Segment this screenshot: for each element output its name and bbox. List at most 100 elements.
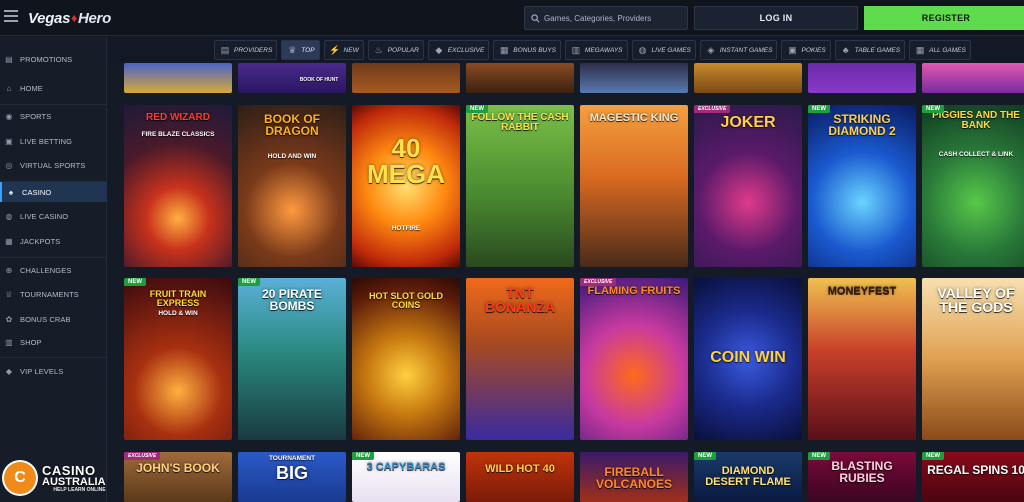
game-tile[interactable]: NEW 20 PIRATE BOMBS bbox=[238, 278, 346, 440]
game-tile[interactable]: BOOK OF HUNT bbox=[238, 63, 346, 93]
category-tab-new[interactable]: ⚡ NEW bbox=[323, 40, 364, 60]
game-artwork bbox=[808, 278, 916, 440]
game-tile[interactable]: 40 MEGA HOTFIRE bbox=[352, 105, 460, 267]
sidebar-item-bonus-crab[interactable]: ✿ BONUS CRAB bbox=[0, 309, 107, 329]
game-subtitle: CASH COLLECT & LINK bbox=[938, 151, 1014, 158]
game-tile[interactable] bbox=[124, 63, 232, 93]
category-tab-label: BONUS BUYS bbox=[513, 46, 556, 54]
category-tab-providers[interactable]: ▤ PROVIDERS bbox=[214, 40, 278, 60]
sidebar-item-casino[interactable]: ♠ CASINO bbox=[0, 182, 107, 202]
grid-icon: ▦ bbox=[915, 44, 925, 55]
game-tile[interactable]: EXCLUSIVE JOHN'S BOOK bbox=[124, 452, 232, 502]
sidebar-item-vip-levels[interactable]: ◆ VIP LEVELS bbox=[0, 361, 107, 381]
home-icon: ⌂ bbox=[6, 83, 12, 93]
register-button[interactable]: REGISTER bbox=[864, 6, 1024, 30]
sidebar-item-home[interactable]: ⌂ HOME bbox=[0, 78, 107, 98]
game-artwork bbox=[580, 278, 688, 440]
game-artwork bbox=[808, 63, 916, 93]
category-tab-bonus-buys[interactable]: ▦ BONUS BUYS bbox=[493, 40, 561, 60]
game-title: RED WIZARD bbox=[146, 112, 210, 123]
category-tab-popular[interactable]: ♨ POPULAR bbox=[367, 40, 424, 60]
game-tile[interactable]: BOOK OF DRAGON HOLD AND WIN bbox=[238, 105, 346, 267]
sidebar-item-label: CHALLENGES bbox=[20, 265, 72, 275]
providers-icon: ▤ bbox=[220, 44, 230, 55]
category-tab-pokies[interactable]: ▣ POKIES bbox=[781, 40, 831, 60]
game-tile[interactable]: MONEYFEST bbox=[808, 278, 916, 440]
search-input[interactable] bbox=[544, 13, 684, 23]
search-icon bbox=[531, 13, 540, 22]
sidebar-item-sports[interactable]: ◉ SPORTS bbox=[0, 106, 107, 126]
sidebar-item-live-casino[interactable]: ◍ LIVE CASINO bbox=[0, 206, 107, 226]
bolt-icon: ⚡ bbox=[328, 44, 341, 55]
game-tile[interactable]: EXCLUSIVE FLAMING FRUITS bbox=[580, 278, 688, 440]
game-tile[interactable] bbox=[808, 63, 916, 93]
sidebar-item-live-betting[interactable]: ▣ LIVE BETTING bbox=[0, 131, 107, 151]
category-tab-all-games[interactable]: ▦ ALL GAMES bbox=[909, 40, 971, 60]
login-button[interactable]: LOG IN bbox=[694, 6, 858, 30]
sidebar-item-virtual-sports[interactable]: ◎ VIRTUAL SPORTS bbox=[0, 155, 107, 175]
category-tab-exclusive[interactable]: ◆ EXCLUSIVE bbox=[427, 40, 490, 60]
game-tile[interactable]: NEW DIAMOND DESERT FLAME bbox=[694, 452, 802, 502]
game-tile[interactable] bbox=[352, 63, 460, 93]
game-tile[interactable]: NEW PIGGIES AND THE BANK CASH COLLECT & LI… bbox=[922, 105, 1024, 267]
category-tab-instant-games[interactable]: ◈ INSTANT GAMES bbox=[699, 40, 778, 60]
sidebar-item-tournaments[interactable]: ♕ TOURNAMENTS bbox=[0, 284, 107, 304]
game-tile[interactable] bbox=[922, 63, 1024, 93]
game-title: VALLEY OF THE GODS bbox=[937, 285, 1015, 315]
category-tab-megaways[interactable]: ▥ MEGAWAYS bbox=[564, 40, 628, 60]
flame-icon: ♨ bbox=[374, 44, 383, 55]
target-icon: ⊕ bbox=[5, 265, 13, 275]
game-tile[interactable]: RED WIZARD FIRE BLAZE CLASSICS bbox=[124, 105, 232, 267]
game-title: FRUIT TRAIN EXPRESS bbox=[149, 289, 207, 308]
watermark-line1: CASINO bbox=[42, 462, 96, 478]
game-tile[interactable]: MAGESTIC KING bbox=[580, 105, 688, 267]
new-badge: NEW bbox=[238, 278, 260, 286]
game-tile[interactable]: NEW STRIKING DIAMOND 2 bbox=[808, 105, 916, 267]
category-tab-live-games[interactable]: ◍ LIVE GAMES bbox=[631, 40, 696, 60]
game-title: DIAMOND DESERT FLAME bbox=[705, 465, 791, 488]
watermark-line3: HELP LEARN ONLINE bbox=[53, 486, 106, 493]
game-tile[interactable]: FIREBALL VOLCANOES bbox=[580, 452, 688, 502]
game-tile[interactable]: COIN WIN bbox=[694, 278, 802, 440]
game-tile[interactable]: WILD HOT 40 bbox=[466, 452, 574, 502]
game-title: WILD HOT 40 bbox=[485, 463, 555, 475]
game-title: REGAL SPINS 10 bbox=[927, 463, 1024, 477]
logo-text-hero: Hero bbox=[77, 9, 111, 27]
category-tab-table-games[interactable]: ♣ TABLE GAMES bbox=[834, 40, 906, 60]
game-tile[interactable]: EXCLUSIVE JOKER bbox=[694, 105, 802, 267]
game-tile[interactable] bbox=[466, 63, 574, 93]
site-logo[interactable]: Vegas ♦ Hero bbox=[28, 6, 111, 30]
game-tile[interactable] bbox=[580, 63, 688, 93]
search-box[interactable] bbox=[524, 6, 688, 30]
game-tile[interactable] bbox=[694, 63, 802, 93]
sidebar-item-label: LIVE BETTING bbox=[20, 136, 73, 146]
table-icon: ♣ bbox=[842, 45, 849, 55]
exclusive-badge: EXCLUSIVE bbox=[580, 278, 617, 286]
crab-icon: ✿ bbox=[5, 314, 13, 324]
trophy-icon: ♕ bbox=[5, 289, 13, 299]
menu-icon[interactable] bbox=[4, 10, 18, 24]
sidebar-item-challenges[interactable]: ⊕ CHALLENGES bbox=[0, 260, 107, 280]
sidebar-item-promotions[interactable]: ▤ PROMOTIONS bbox=[0, 49, 107, 69]
sidebar-item-label: PROMOTIONS bbox=[20, 54, 73, 64]
game-title: TNT BONANZA bbox=[485, 285, 555, 315]
game-tile[interactable]: NEW REGAL SPINS 10 bbox=[922, 452, 1024, 502]
category-tab-label: PROVIDERS bbox=[234, 46, 273, 54]
category-tab-top[interactable]: ♛ TOP bbox=[281, 40, 320, 60]
category-tab-label: NEW bbox=[343, 46, 359, 54]
sidebar-item-shop[interactable]: ▥ SHOP bbox=[0, 332, 107, 352]
game-tile[interactable]: VALLEY OF THE GODS bbox=[922, 278, 1024, 440]
game-tile[interactable]: TNT BONANZA bbox=[466, 278, 574, 440]
sidebar-item-label: HOME bbox=[20, 83, 43, 93]
game-tile[interactable]: NEW FOLLOW THE CASH RABBIT bbox=[466, 105, 574, 267]
sidebar-item-jackpots[interactable]: ▦ JACKPOTS bbox=[0, 231, 107, 251]
sidebar-item-label: VIP LEVELS bbox=[20, 366, 64, 376]
game-tile[interactable]: NEW FRUIT TRAIN EXPRESS HOLD & WIN bbox=[124, 278, 232, 440]
game-tile[interactable]: HOT SLOT GOLD COINS bbox=[352, 278, 460, 440]
game-tile[interactable]: BIG TOURNAMENT bbox=[238, 452, 346, 502]
game-subtitle: HOLD AND WIN bbox=[267, 153, 317, 160]
game-tile[interactable]: NEW BLASTING RUBIES bbox=[808, 452, 916, 502]
new-badge: NEW bbox=[352, 452, 374, 460]
logo-text-vegas: Vegas bbox=[28, 9, 71, 27]
game-tile[interactable]: NEW 3 CAPYBARAS bbox=[352, 452, 460, 502]
